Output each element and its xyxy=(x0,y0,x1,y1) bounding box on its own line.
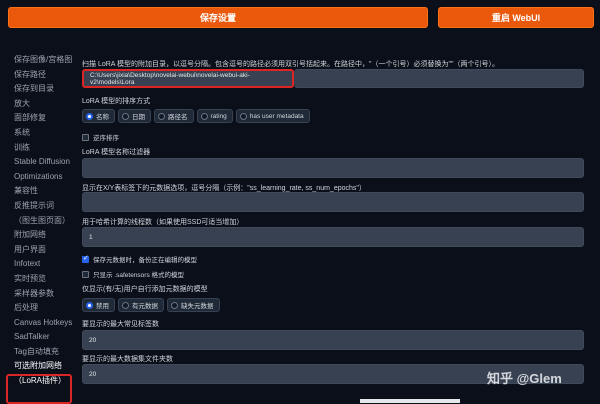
sidebar-item-training[interactable]: 训练 xyxy=(14,141,76,156)
sort-option-rating[interactable]: rating xyxy=(196,109,233,123)
radio-dot-icon xyxy=(158,112,165,120)
filter-input[interactable] xyxy=(82,158,584,178)
scan-dir-input[interactable]: C:\Users\jixia\Desktop\novelai-webui\nov… xyxy=(82,69,294,88)
sidebar-item-system[interactable]: 系统 xyxy=(14,126,76,141)
safetensors-only-checkbox[interactable]: 只显示 .safetensors 格式的模型 xyxy=(82,269,184,279)
xy-metadata-input[interactable] xyxy=(82,192,584,212)
metadata-option-missing[interactable]: 缺失元数据 xyxy=(167,298,220,312)
sort-option-label: 路径名 xyxy=(168,114,188,121)
metadata-filter-label: 仅显示(有/无)用户自行添加元数据的模型 xyxy=(82,286,208,293)
sidebar-item-optimizations[interactable]: Optimizations xyxy=(14,170,76,185)
sidebar-item-upscale[interactable]: 放大 xyxy=(14,97,76,112)
sidebar-item-sadtalker[interactable]: SadTalker xyxy=(14,330,76,345)
sidebar-item-face-restore[interactable]: 面部修复 xyxy=(14,111,76,126)
sidebar-item-save-paths[interactable]: 保存路径 xyxy=(14,68,76,83)
metadata-option-label: 缺失元数据 xyxy=(181,303,214,310)
scan-dir-label: 扫描 LoRA 模型的附加目录，以逗号分隔。包含逗号的路径必须用双引号括起来。在… xyxy=(82,61,499,68)
max-dataset-label: 要显示的最大数据集文件夹数 xyxy=(82,356,173,363)
sidebar-item-compatibility[interactable]: 兼容性 xyxy=(14,184,76,199)
radio-dot-icon xyxy=(200,112,208,120)
sidebar-item-stable-diffusion[interactable]: Stable Diffusion xyxy=(14,155,76,170)
radio-dot-icon xyxy=(122,112,129,120)
top-bar: 保存设置 重启 WebUI xyxy=(0,0,600,32)
scan-dir-input-extension[interactable] xyxy=(294,69,584,88)
sort-option-name[interactable]: 名称 xyxy=(82,109,115,123)
sort-option-date[interactable]: 日期 xyxy=(118,109,151,123)
sidebar-item-interrogate-sub[interactable]: （图生图页面） xyxy=(14,214,76,229)
sort-label: LoRA 模型的排序方式 xyxy=(82,98,151,105)
hash-threads-label: 用于哈希计算的线程数（如果使用SSD可适当增加） xyxy=(82,219,244,226)
radio-dot-icon xyxy=(171,301,178,309)
watermark: 知乎 @Glem xyxy=(487,371,562,386)
metadata-option-has[interactable]: 有元数据 xyxy=(118,298,164,312)
sidebar-item-live-preview[interactable]: 实时预览 xyxy=(14,272,76,287)
sort-option-label: 日期 xyxy=(132,114,145,121)
radio-dot-icon xyxy=(86,301,93,309)
sidebar-item-save-images[interactable]: 保存图像/宫格图 xyxy=(14,53,76,68)
reverse-sort-label: 逆序排序 xyxy=(93,135,119,142)
backup-model-label: 保存元数据时，备份正在编辑的模型 xyxy=(93,257,197,264)
max-tags-input[interactable]: 20 xyxy=(82,330,584,350)
settings-panel: 扫描 LoRA 模型的附加目录，以逗号分隔。包含逗号的路径必须用双引号括起来。在… xyxy=(78,50,596,403)
sidebar-item-additional-networks[interactable]: 可选附加网络 xyxy=(14,359,76,374)
sidebar-highlight-box xyxy=(6,374,72,404)
sort-option-path[interactable]: 路径名 xyxy=(154,109,194,123)
sidebar-item-canvas-hotkeys[interactable]: Canvas Hotkeys xyxy=(14,316,76,331)
save-settings-button[interactable]: 保存设置 xyxy=(8,7,428,28)
radio-dot-icon xyxy=(122,301,129,309)
backup-model-checkbox[interactable]: 保存元数据时，备份正在编辑的模型 xyxy=(82,254,197,264)
safetensors-only-label: 只显示 .safetensors 格式的模型 xyxy=(93,272,185,279)
sidebar-item-interrogate[interactable]: 反推提示词 xyxy=(14,199,76,214)
metadata-option-disabled[interactable]: 禁用 xyxy=(82,298,115,312)
sidebar-item-user-interface[interactable]: 用户界面 xyxy=(14,243,76,258)
checkbox-icon xyxy=(82,133,89,141)
checkbox-icon xyxy=(82,270,89,278)
sidebar-item-extra-networks[interactable]: 附加网络 xyxy=(14,228,76,243)
sort-radio-group: 名称 日期 路径名 rating has user metadata xyxy=(82,109,310,123)
checkbox-checked-icon xyxy=(82,254,89,263)
sidebar-item-infotext[interactable]: Infotext xyxy=(14,257,76,272)
bottom-scroll-indicator xyxy=(360,399,460,403)
radio-dot-icon xyxy=(86,112,93,120)
metadata-option-label: 禁用 xyxy=(96,303,109,310)
sidebar-item-tag-autocomplete[interactable]: Tag自动填充 xyxy=(14,345,76,360)
sort-option-label: has user metadata xyxy=(249,112,304,120)
settings-sidebar: 保存图像/宫格图 保存路径 保存到目录 放大 面部修复 系统 训练 Stable… xyxy=(14,53,76,389)
sidebar-item-save-to-dir[interactable]: 保存到目录 xyxy=(14,82,76,97)
sidebar-item-postprocessing[interactable]: 后处理 xyxy=(14,301,76,316)
reverse-sort-checkbox[interactable]: 逆序排序 xyxy=(82,132,119,142)
sort-option-label: 名称 xyxy=(96,114,109,121)
sort-option-label: rating xyxy=(210,112,227,120)
filter-label: LoRA 模型名称过滤器 xyxy=(82,149,151,156)
metadata-filter-radio-group: 禁用 有元数据 缺失元数据 xyxy=(82,298,220,312)
max-tags-label: 要显示的最大常见标签数 xyxy=(82,321,159,328)
radio-dot-icon xyxy=(239,112,247,120)
hash-threads-input[interactable]: 1 xyxy=(82,227,584,247)
sort-option-user-metadata[interactable]: has user metadata xyxy=(235,109,310,123)
metadata-option-label: 有元数据 xyxy=(132,303,158,310)
restart-webui-button[interactable]: 重启 WebUI xyxy=(438,7,594,28)
sidebar-item-sampler-params[interactable]: 采样器参数 xyxy=(14,287,76,302)
